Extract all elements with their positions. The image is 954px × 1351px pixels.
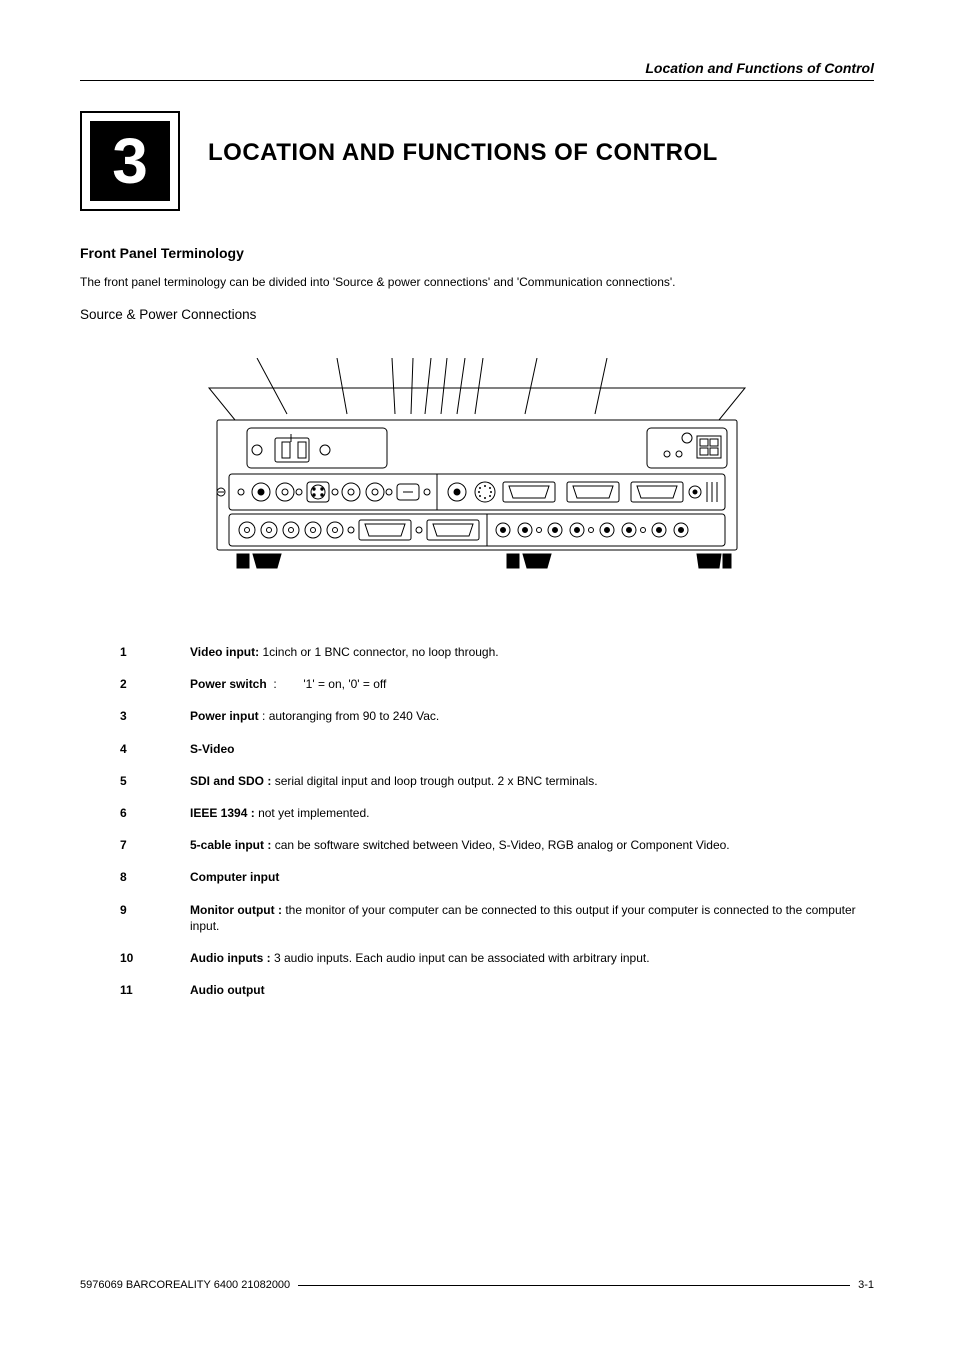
item-body: Monitor output : the monitor of your com… — [190, 902, 874, 934]
item-desc: can be software switched between Video, … — [275, 838, 730, 852]
item-desc: '1' = on, '0' = off — [303, 677, 386, 691]
item-number: 2 — [120, 676, 142, 692]
item-number: 5 — [120, 773, 142, 789]
item-body: Audio output — [190, 982, 874, 998]
item-desc: 3 audio inputs. Each audio input can be … — [274, 951, 650, 965]
item-sep: : — [267, 677, 304, 691]
item-number: 1 — [120, 644, 142, 660]
item-label: Audio output — [190, 983, 265, 997]
item-body: IEEE 1394 : not yet implemented. — [190, 805, 874, 821]
list-item: 3 Power input : autoranging from 90 to 2… — [120, 708, 874, 724]
item-label: IEEE 1394 : — [190, 806, 255, 820]
item-desc: serial digital input and loop trough out… — [275, 774, 598, 788]
item-number: 11 — [120, 982, 142, 998]
item-number: 10 — [120, 950, 142, 966]
chapter-title: LOCATION AND FUNCTIONS OF CONTROL — [208, 139, 718, 167]
item-number: 4 — [120, 741, 142, 757]
item-sep: : — [259, 709, 269, 723]
item-desc: 1cinch or 1 BNC connector, no loop throu… — [262, 645, 498, 659]
section-heading: Front Panel Terminology — [80, 245, 874, 261]
list-item: 1 Video input: 1cinch or 1 BNC connector… — [120, 644, 874, 660]
item-number: 3 — [120, 708, 142, 724]
item-desc: autoranging from 90 to 240 Vac. — [269, 709, 440, 723]
item-label: Power switch — [190, 677, 267, 691]
item-label: 5-cable input : — [190, 838, 271, 852]
list-item: 6 IEEE 1394 : not yet implemented. — [120, 805, 874, 821]
list-item: 9 Monitor output : the monitor of your c… — [120, 902, 874, 934]
item-label: Video input: — [190, 645, 259, 659]
item-label: Audio inputs : — [190, 951, 271, 965]
intro-text: The front panel terminology can be divid… — [80, 275, 874, 289]
item-list: 1 Video input: 1cinch or 1 BNC connector… — [120, 644, 874, 998]
item-body: Power switch : '1' = on, '0' = off — [190, 676, 874, 692]
front-panel-diagram — [197, 358, 757, 588]
item-body: Power input : autoranging from 90 to 240… — [190, 708, 874, 724]
item-body: Audio inputs : 3 audio inputs. Each audi… — [190, 950, 874, 966]
item-number: 6 — [120, 805, 142, 821]
item-desc: the monitor of your computer can be conn… — [190, 903, 856, 933]
item-number: 9 — [120, 902, 142, 934]
chapter-number-box: 3 — [80, 111, 180, 211]
item-body: Video input: 1cinch or 1 BNC connector, … — [190, 644, 874, 660]
chapter-header: 3 LOCATION AND FUNCTIONS OF CONTROL — [80, 111, 874, 211]
footer-left: 5976069 BARCOREALITY 6400 21082000 — [80, 1279, 298, 1291]
footer-rule — [298, 1285, 850, 1286]
item-label: S-Video — [190, 742, 234, 756]
list-item: 10 Audio inputs : 3 audio inputs. Each a… — [120, 950, 874, 966]
running-head: Location and Functions of Control — [80, 60, 874, 81]
sub-heading: Source & Power Connections — [80, 307, 874, 322]
item-number: 7 — [120, 837, 142, 853]
item-desc: not yet implemented. — [258, 806, 369, 820]
item-body: Computer input — [190, 869, 874, 885]
item-label: Computer input — [190, 870, 279, 884]
item-label: SDI and SDO : — [190, 774, 271, 788]
footer: 5976069 BARCOREALITY 6400 21082000 3-1 — [80, 1279, 874, 1291]
footer-page-number: 3-1 — [850, 1279, 874, 1291]
list-item: 11 Audio output — [120, 982, 874, 998]
item-body: S-Video — [190, 741, 874, 757]
list-item: 7 5-cable input : can be software switch… — [120, 837, 874, 853]
chapter-number: 3 — [90, 121, 170, 201]
item-body: 5-cable input : can be software switched… — [190, 837, 874, 853]
item-label: Monitor output : — [190, 903, 282, 917]
list-item: 5 SDI and SDO : serial digital input and… — [120, 773, 874, 789]
page: Location and Functions of Control 3 LOCA… — [0, 0, 954, 1351]
item-body: SDI and SDO : serial digital input and l… — [190, 773, 874, 789]
list-item: 8 Computer input — [120, 869, 874, 885]
list-item: 4 S-Video — [120, 741, 874, 757]
item-label: Power input — [190, 709, 259, 723]
item-number: 8 — [120, 869, 142, 885]
list-item: 2 Power switch : '1' = on, '0' = off — [120, 676, 874, 692]
diagram-wrap — [80, 358, 874, 588]
